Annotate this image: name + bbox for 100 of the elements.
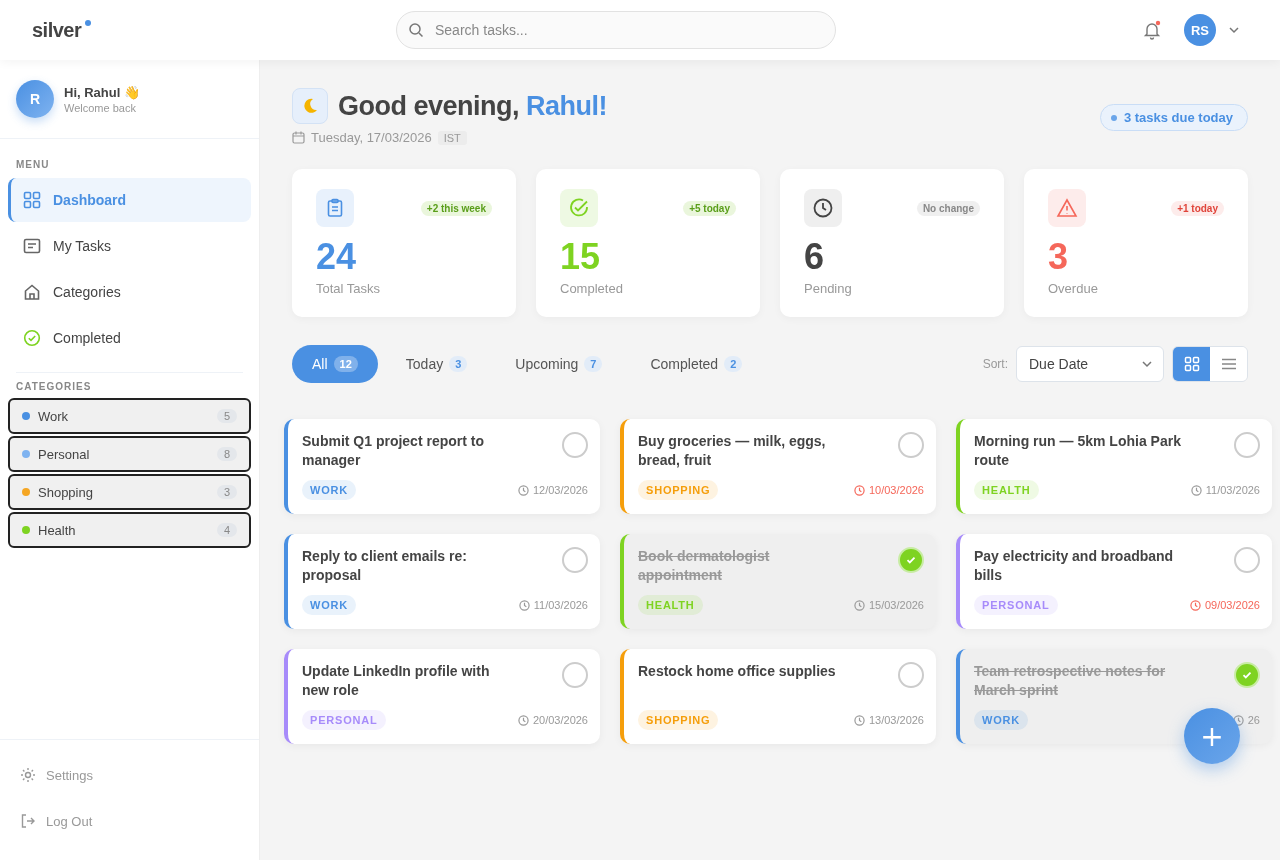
due-date: 15/03/2026 — [853, 599, 924, 611]
due-today-badge: 3 tasks due today — [1099, 104, 1248, 131]
profile-avatar: R — [16, 80, 54, 118]
task-card[interactable]: Update LinkedIn profile with new role PERSONAL 20/03/2026 — [284, 649, 600, 744]
stat-label: Total Tasks — [316, 281, 382, 296]
due-date: 10/03/2026 — [853, 484, 924, 496]
profile-subtitle: Welcome back — [64, 101, 137, 114]
category-item[interactable]: Work 5 — [8, 398, 251, 434]
warning-icon — [1048, 189, 1086, 227]
task-title: Pay electricity and broadband bills — [974, 547, 1175, 585]
category-item[interactable]: Shopping 3 — [8, 474, 251, 510]
sort-dropdown[interactable]: Due Date — [1016, 346, 1164, 382]
filter-tab[interactable]: Upcoming 7 — [495, 345, 623, 383]
checkbox[interactable] — [898, 662, 924, 688]
moon-icon — [292, 88, 328, 124]
category-tag: PERSONAL — [974, 595, 1058, 615]
clock-icon — [518, 599, 530, 611]
grid-icon — [23, 191, 41, 209]
task-card[interactable]: Restock home office supplies SHOPPING 13/03/2026 — [620, 649, 936, 744]
clock-icon — [853, 714, 865, 726]
category-tag: PERSONAL — [302, 710, 386, 730]
checked-checkbox[interactable] — [898, 547, 924, 573]
checkbox[interactable] — [1234, 547, 1260, 573]
due-date: 11/03/2026 — [1190, 484, 1260, 496]
checkbox[interactable] — [562, 547, 588, 573]
stat-label: Pending — [804, 281, 853, 296]
task-title: Morning run — 5km Lohia Park route — [974, 432, 1182, 470]
category-tag: WORK — [302, 595, 357, 615]
category-tag: HEALTH — [974, 480, 1039, 500]
bell-icon[interactable] — [1142, 20, 1162, 40]
category-item[interactable]: Personal 8 — [8, 436, 251, 472]
due-date: 12/03/2026 — [517, 484, 588, 496]
timezone-badge: IST — [437, 130, 467, 145]
stat-value: 6 — [804, 237, 826, 277]
grid-icon — [1183, 356, 1200, 372]
change-badge: +1 today — [1171, 200, 1224, 216]
menu-item[interactable]: Completed — [8, 316, 251, 360]
grid-view-button[interactable] — [1173, 347, 1210, 381]
checkbox[interactable] — [562, 432, 588, 458]
menu-heading: MENU — [15, 158, 51, 172]
clock-icon — [853, 484, 865, 496]
change-badge: +5 today — [683, 200, 736, 216]
stat-label: Overdue — [1048, 281, 1099, 296]
checkbox[interactable] — [898, 432, 924, 458]
task-title: Restock home office supplies — [638, 662, 836, 681]
change-badge: +2 this week — [420, 200, 492, 216]
page-greeting: Good evening, Rahul! — [338, 90, 607, 122]
change-badge: No change — [916, 200, 980, 216]
menu-item[interactable]: Categories — [8, 270, 251, 314]
search-icon — [408, 22, 424, 38]
category-tag: WORK — [302, 480, 357, 500]
category-tag: SHOPPING — [638, 710, 719, 730]
search-field[interactable]: Search tasks... — [396, 11, 836, 49]
clock-icon — [804, 189, 842, 227]
clock-icon — [517, 484, 529, 496]
due-date: 20/03/2026 — [517, 714, 588, 726]
stat-value: 3 — [1048, 237, 1070, 277]
task-title: Team retrospective notes for March sprint — [974, 662, 1167, 700]
task-title: Update LinkedIn profile with new role — [302, 662, 491, 700]
task-card[interactable]: Morning run — 5km Lohia Park route HEALTH 11/03/2026 — [956, 419, 1272, 514]
stat-label: Completed — [560, 281, 624, 296]
category-tag: WORK — [974, 710, 1029, 730]
sort-label: Sort: — [982, 357, 1008, 371]
filter-tab[interactable]: Today 3 — [385, 345, 488, 383]
category-tag: HEALTH — [638, 595, 703, 615]
clock-icon — [517, 714, 529, 726]
task-card[interactable]: Reply to client emails re: proposal WORK 11/03/2026 — [284, 534, 600, 629]
clipboard-icon — [316, 189, 354, 227]
chevron-down-icon — [1141, 360, 1153, 368]
check-icon — [1241, 669, 1253, 681]
filter-tab[interactable]: Completed 2 — [630, 345, 763, 383]
clock-icon — [1232, 714, 1244, 726]
task-card[interactable]: Submit Q1 project report to manager WORK 12/03/2026 — [284, 419, 600, 514]
clock-icon — [1190, 484, 1202, 496]
chevron-down-icon[interactable] — [1228, 26, 1240, 34]
brand-logo[interactable]: silver — [32, 18, 396, 42]
due-date: 11/03/2026 — [518, 599, 588, 611]
calendar-icon — [292, 131, 305, 144]
category-tag: SHOPPING — [638, 480, 719, 500]
checkbox[interactable] — [562, 662, 588, 688]
menu-item[interactable]: My Tasks — [8, 224, 251, 268]
menu-icon — [1220, 356, 1237, 372]
list-view-button[interactable] — [1210, 347, 1247, 381]
task-title: Buy groceries — milk, eggs, bread, fruit — [638, 432, 827, 470]
clock-icon — [853, 599, 865, 611]
check-circle-icon — [23, 329, 41, 347]
checked-checkbox[interactable] — [1234, 662, 1260, 688]
home-icon — [23, 283, 41, 301]
task-title: Reply to client emails re: proposal — [302, 547, 468, 585]
check-icon — [905, 554, 917, 566]
clock-icon — [1189, 599, 1201, 611]
date-text: Tuesday, 17/03/2026 — [311, 130, 432, 145]
task-title: Submit Q1 project report to manager — [302, 432, 485, 470]
category-item[interactable]: Health 4 — [8, 512, 251, 548]
settings-icon — [20, 767, 36, 783]
task-card[interactable]: Buy groceries — milk, eggs, bread, fruit SHOPPING 10/03/2026 — [620, 419, 936, 514]
task-title: Book dermatologist appointment — [638, 547, 771, 585]
checkbox[interactable] — [1234, 432, 1260, 458]
task-card[interactable]: Pay electricity and broadband bills PERSONAL 09/03/2026 — [956, 534, 1272, 629]
stat-value: 24 — [316, 237, 358, 277]
